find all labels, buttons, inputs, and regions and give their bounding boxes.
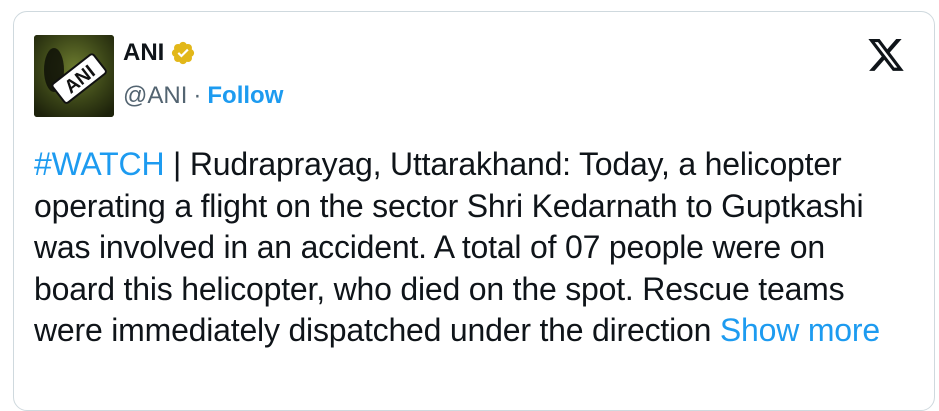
tweet-body: #WATCH | Rudraprayag, Uttarakhand: Today… bbox=[34, 144, 914, 352]
handle[interactable]: @ANI bbox=[123, 81, 187, 111]
avatar[interactable]: ANI bbox=[34, 35, 114, 117]
name-row: ANI bbox=[123, 35, 283, 71]
verified-badge-icon bbox=[170, 40, 196, 66]
display-name[interactable]: ANI bbox=[123, 35, 164, 71]
user-info: ANI @ANI · Follow bbox=[123, 35, 283, 111]
handle-row: @ANI · Follow bbox=[123, 81, 283, 111]
x-logo-icon[interactable] bbox=[866, 39, 906, 75]
separator-dot: · bbox=[193, 82, 202, 109]
ani-logo-icon: ANI bbox=[34, 35, 114, 117]
follow-button[interactable]: Follow bbox=[207, 81, 283, 111]
hashtag-link[interactable]: #WATCH bbox=[34, 146, 165, 182]
tweet-card[interactable]: ANI ANI @ANI · Follow #WATCH | Rudrapray… bbox=[13, 11, 935, 411]
show-more-link[interactable]: Show more bbox=[720, 312, 880, 348]
tweet-header: ANI ANI @ANI · Follow bbox=[34, 35, 914, 117]
